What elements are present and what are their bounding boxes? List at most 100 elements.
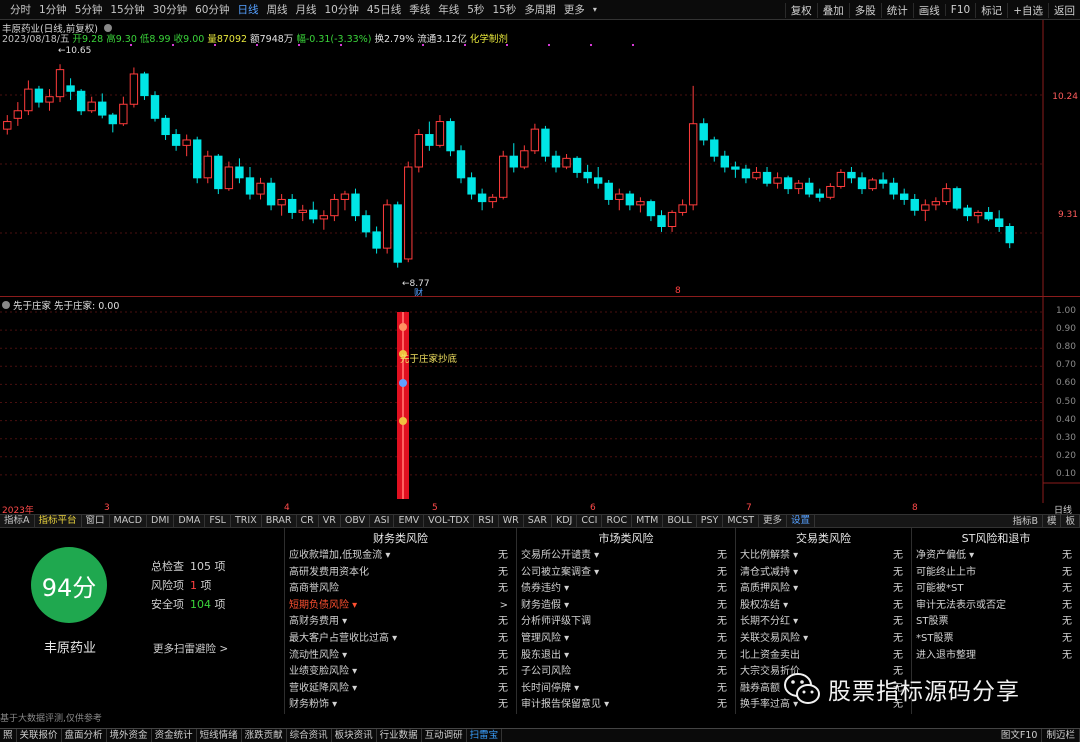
risk-item[interactable]: 分析师评级下调 无 — [517, 614, 735, 631]
risk-item[interactable]: 最大客户占营收比过高 ▾ 无 — [285, 631, 516, 648]
candlestick-chart[interactable]: 丰原药业(日线,前复权) 2023/08/18/五 开9.28 高9.30 低8… — [0, 20, 1080, 299]
period-tab[interactable]: 30分钟 — [149, 2, 191, 17]
event-marker-8[interactable]: 8 — [675, 286, 681, 296]
indicator-settings-icon[interactable] — [2, 301, 10, 309]
bottom-tab[interactable]: 资金统计 — [152, 729, 197, 742]
indicator-tab[interactable]: DMA — [174, 515, 206, 527]
period-tab[interactable]: 更多 — [560, 2, 589, 17]
indicator-tab[interactable]: FSL — [205, 515, 231, 527]
risk-item[interactable]: 财务造假 ▾ 无 — [517, 598, 735, 615]
period-tab[interactable]: 5秒 — [463, 2, 488, 17]
more-scan-link[interactable]: 更多扫雷避险 > — [153, 641, 228, 656]
indicator-tab[interactable]: PSY — [697, 515, 724, 527]
bottom-tab[interactable]: 盘面分析 — [62, 729, 107, 742]
bottom-tab[interactable]: 短线情绪 — [197, 729, 242, 742]
indicator-tab[interactable]: 设置 — [787, 515, 816, 527]
risk-item[interactable]: 营收延降风险 ▾ 无 — [285, 681, 516, 698]
indicator-tab[interactable]: RSI — [474, 515, 499, 527]
risk-item[interactable]: *ST股票 无 — [912, 631, 1080, 648]
indicator-tab[interactable]: TRIX — [231, 515, 262, 527]
indicator-tab[interactable]: MTM — [632, 515, 664, 527]
risk-item[interactable]: 长期不分红 ▾ 无 — [736, 614, 911, 631]
bottom-tab[interactable]: 境外资金 — [107, 729, 152, 742]
toolbar-button[interactable]: 多股 — [848, 2, 881, 18]
bottom-tab[interactable]: 涨跌贡献 — [242, 729, 287, 742]
risk-item[interactable]: 可能被*ST 无 — [912, 581, 1080, 598]
period-tab[interactable]: 15秒 — [488, 2, 520, 17]
period-tab[interactable]: 5分钟 — [71, 2, 107, 17]
risk-item[interactable]: 股权冻结 ▾ 无 — [736, 598, 911, 615]
bottom-tab[interactable]: 扫雷宝 — [467, 729, 503, 742]
bottom-tab[interactable]: 关联报价 — [17, 729, 62, 742]
risk-item[interactable]: 子公司风险 无 — [517, 664, 735, 681]
indicator-tab[interactable]: 窗口 — [82, 515, 110, 527]
risk-item[interactable]: 北上资金卖出 无 — [736, 648, 911, 665]
risk-item[interactable]: 净资产偏低 ▾ 无 — [912, 548, 1080, 565]
risk-item[interactable]: 关联交易风险 ▾ 无 — [736, 631, 911, 648]
period-tab[interactable]: 15分钟 — [106, 2, 148, 17]
bottom-tab[interactable]: 综合资讯 — [287, 729, 332, 742]
risk-item[interactable]: 应收款增加,低现金流 ▾ 无 — [285, 548, 516, 565]
period-tab[interactable]: 周线 — [263, 2, 292, 17]
indicator-tab[interactable]: VOL-TDX — [424, 515, 475, 527]
industry-label[interactable]: 化学制剂 — [470, 34, 508, 45]
risk-item[interactable]: 审计报告保留意见 ▾ 无 — [517, 697, 735, 714]
indicator-chart[interactable]: 先于庄家 先于庄家: 0.00 先于庄家抄底 1.00 0.90 0.80 0.70 0… — [0, 297, 1080, 503]
risk-item[interactable]: 清仓式减持 ▾ 无 — [736, 565, 911, 582]
period-tab[interactable]: 日线 — [234, 2, 263, 17]
indicator-tab-right[interactable]: 指标B — [1008, 515, 1043, 527]
indicator-tab[interactable]: 更多 — [759, 515, 788, 527]
indicator-tab[interactable]: 指标A — [0, 515, 35, 527]
bottom-tab[interactable]: 照 — [0, 729, 17, 742]
risk-item[interactable]: 公司被立案调查 ▾ 无 — [517, 565, 735, 582]
period-tab[interactable]: 季线 — [405, 2, 434, 17]
risk-item[interactable]: 审计无法表示或否定 无 — [912, 598, 1080, 615]
risk-item[interactable]: 可能终止上市 无 — [912, 565, 1080, 582]
indicator-tab[interactable]: SAR — [524, 515, 553, 527]
period-tab[interactable]: 月线 — [292, 2, 321, 17]
bottom-tab[interactable]: 板块资讯 — [332, 729, 377, 742]
toolbar-button[interactable]: F10 — [944, 4, 975, 16]
toolbar-button[interactable]: 复权 — [784, 2, 817, 18]
indicator-tab[interactable]: KDJ — [552, 515, 578, 527]
indicator-tab[interactable]: 指标平台 — [35, 515, 82, 527]
period-tab[interactable]: 10分钟 — [321, 2, 363, 17]
indicator-tab[interactable]: MACD — [110, 515, 148, 527]
indicator-tab[interactable]: WR — [499, 515, 524, 527]
toolbar-button[interactable]: 统计 — [880, 2, 913, 18]
chevron-down-icon[interactable]: ▾ — [589, 5, 601, 14]
bottom-tab[interactable]: 互动调研 — [422, 729, 467, 742]
indicator-tab[interactable]: EMV — [394, 515, 425, 527]
indicator-tab[interactable]: MCST — [723, 515, 760, 527]
period-tab[interactable]: 45日线 — [363, 2, 405, 17]
indicator-tab[interactable]: BOLL — [663, 515, 697, 527]
risk-item[interactable]: 管理风险 ▾ 无 — [517, 631, 735, 648]
indicator-tab[interactable]: BRAR — [262, 515, 297, 527]
period-tab[interactable]: 年线 — [434, 2, 463, 17]
risk-item[interactable]: 高商誉风险 无 — [285, 581, 516, 598]
indicator-tab[interactable]: DMI — [147, 515, 175, 527]
risk-item[interactable]: 业绩变脸风险 ▾ 无 — [285, 664, 516, 681]
risk-item[interactable]: 流动性风险 ▾ 无 — [285, 648, 516, 665]
bottom-tab[interactable]: 行业数据 — [377, 729, 422, 742]
risk-item[interactable]: 高质押风险 ▾ 无 — [736, 581, 911, 598]
period-tab[interactable]: 1分钟 — [35, 2, 71, 17]
indicator-tab-right[interactable]: 板 — [1061, 515, 1080, 527]
bottom-right-button[interactable]: 制迈栏 — [1042, 729, 1080, 742]
risk-item[interactable]: 短期负债风险 ▾ > — [285, 598, 516, 615]
indicator-tab[interactable]: CR — [297, 515, 319, 527]
risk-item[interactable]: 进入退市整理 无 — [912, 648, 1080, 665]
period-tab[interactable]: 分时 — [6, 2, 35, 17]
toolbar-button[interactable]: 返回 — [1048, 2, 1080, 18]
toolbar-button[interactable]: 标记 — [975, 2, 1007, 18]
bottom-right-button[interactable]: 图文F10 — [997, 729, 1043, 742]
indicator-tab[interactable]: VR — [319, 515, 341, 527]
toolbar-button[interactable]: 画线 — [912, 2, 945, 18]
toolbar-button[interactable]: 叠加 — [816, 2, 849, 18]
risk-item[interactable]: 财务粉饰 ▾ 无 — [285, 697, 516, 714]
period-tab[interactable]: 多周期 — [520, 2, 560, 17]
risk-item[interactable]: 高财务费用 ▾ 无 — [285, 614, 516, 631]
risk-item[interactable]: ST股票 无 — [912, 614, 1080, 631]
indicator-tab[interactable]: ASI — [370, 515, 395, 527]
indicator-tab[interactable]: CCI — [577, 515, 603, 527]
